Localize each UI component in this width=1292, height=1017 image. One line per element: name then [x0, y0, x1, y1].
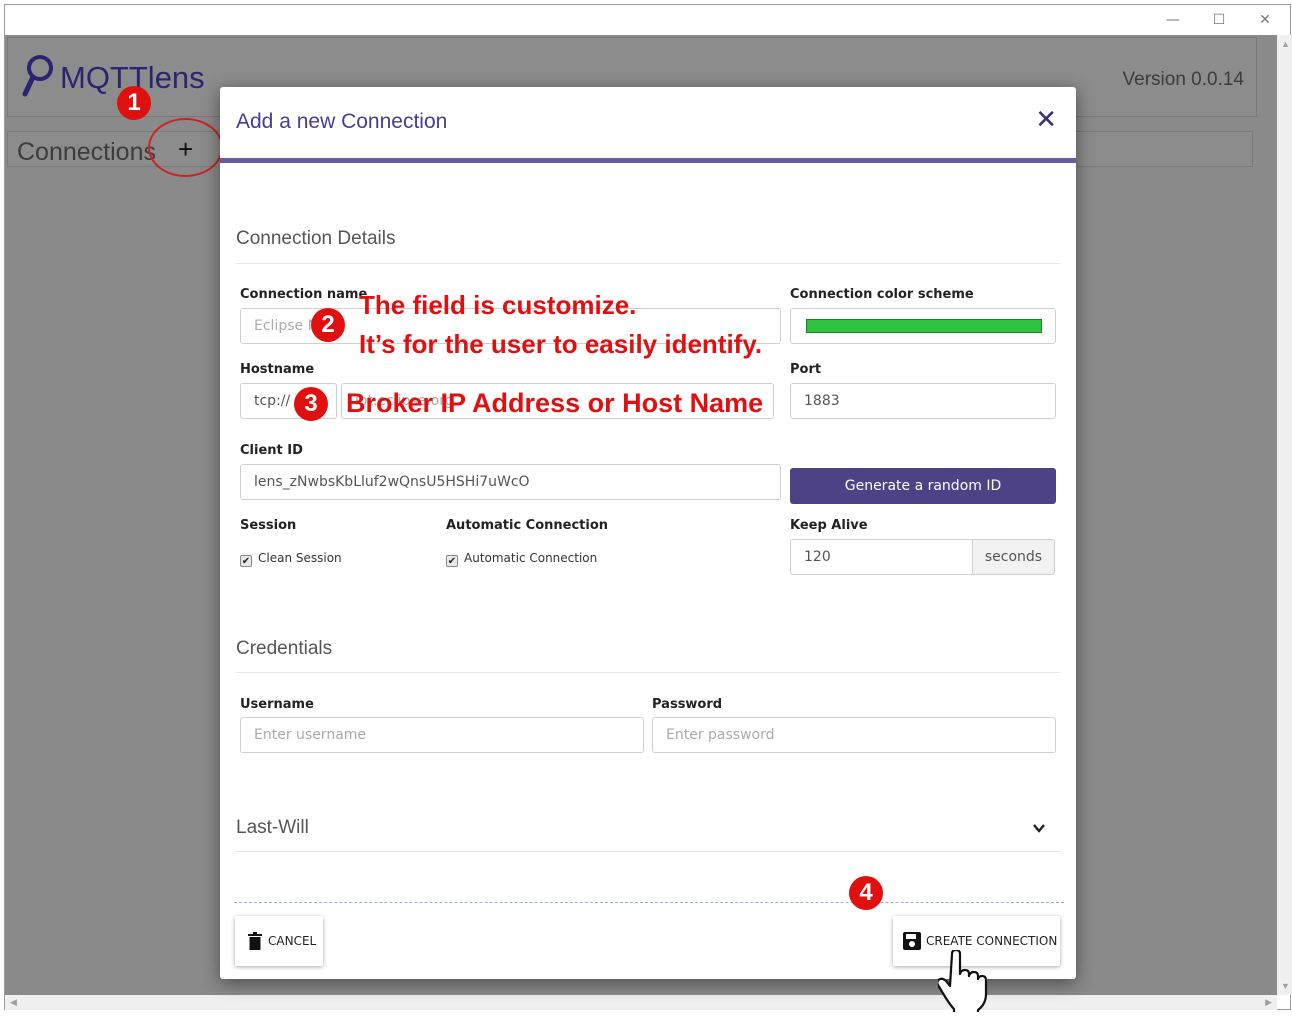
close-icon[interactable]: ✕ [1035, 105, 1057, 135]
color-scheme-picker[interactable] [790, 308, 1056, 344]
divider [236, 851, 1060, 852]
divider [236, 672, 1060, 673]
port-label: Port [790, 362, 822, 377]
title-bar: — ☐ ✕ [5, 5, 1290, 35]
scroll-up-arrow-icon[interactable]: ▲ [1281, 39, 1290, 49]
checkmark-icon[interactable]: ✔ [446, 555, 458, 567]
connections-label: Connections [17, 138, 156, 166]
password-label: Password [652, 697, 723, 712]
keep-alive-label: Keep Alive [790, 518, 868, 533]
close-window-button[interactable]: ✕ [1242, 7, 1288, 33]
chevron-down-icon[interactable] [1032, 821, 1046, 835]
version-label: Version 0.0.14 [1122, 69, 1244, 90]
add-connection-dialog: Add a new Connection ✕ Connection Detail… [220, 87, 1076, 979]
annotation-note-name-line1: The field is customize. [359, 290, 637, 320]
hand-pointer-cursor-icon [938, 950, 988, 1012]
automatic-connection-checkbox[interactable]: ✔ Automatic Connection [446, 551, 597, 567]
step-badge-1: 1 [117, 86, 151, 120]
scroll-right-arrow-icon[interactable]: ▶ [1265, 997, 1272, 1008]
step-badge-2: 2 [311, 308, 345, 342]
maximize-button[interactable]: ☐ [1196, 7, 1242, 33]
vertical-scrollbar[interactable]: ▲ ▼ [1277, 35, 1292, 995]
scroll-down-arrow-icon[interactable]: ▼ [1281, 981, 1290, 991]
add-button-highlight-circle [148, 118, 223, 177]
clean-session-checkbox[interactable]: ✔ Clean Session [240, 551, 342, 567]
step-badge-4: 4 [849, 876, 883, 910]
keep-alive-input[interactable]: 120 [790, 539, 974, 575]
annotation-note-hostname: Broker IP Address or Host Name [346, 388, 764, 418]
automatic-connection-label: Automatic Connection [446, 518, 609, 533]
footer-divider [234, 902, 1064, 903]
step-badge-3: 3 [294, 387, 328, 421]
keep-alive-unit: seconds [972, 539, 1055, 575]
divider [236, 263, 1060, 264]
password-input[interactable]: Enter password [652, 717, 1056, 753]
dialog-header-divider [220, 158, 1076, 163]
dialog-title: Add a new Connection [236, 110, 448, 133]
save-icon [903, 932, 921, 950]
generate-random-id-button[interactable]: Generate a random ID [790, 468, 1056, 504]
annotation-note-name-line2: It’s for the user to easily identify. [359, 329, 763, 359]
connection-details-heading: Connection Details [236, 228, 396, 249]
client-id-label: Client ID [240, 443, 303, 458]
port-input[interactable]: 1883 [790, 383, 1056, 419]
minimize-button[interactable]: — [1150, 7, 1196, 33]
trash-icon [248, 932, 262, 950]
checkmark-icon[interactable]: ✔ [240, 555, 252, 567]
client-id-input[interactable]: lens_zNwbsKbLluf2wQnsU5HSHi7uWcO [240, 464, 781, 500]
session-label: Session [240, 518, 297, 533]
horizontal-scrollbar[interactable]: ◀ ▶ [5, 995, 1277, 1010]
hostname-label: Hostname [240, 362, 315, 377]
username-label: Username [240, 697, 314, 712]
scroll-left-arrow-icon[interactable]: ◀ [10, 997, 17, 1008]
magnifier-logo-icon [22, 55, 53, 97]
cancel-button[interactable]: CANCEL [235, 916, 323, 966]
credentials-heading: Credentials [236, 638, 333, 659]
color-scheme-label: Connection color scheme [790, 287, 974, 302]
username-input[interactable]: Enter username [240, 717, 644, 753]
connection-name-label: Connection name [240, 287, 368, 302]
last-will-heading[interactable]: Last-Will [236, 817, 309, 839]
color-swatch [806, 319, 1042, 333]
